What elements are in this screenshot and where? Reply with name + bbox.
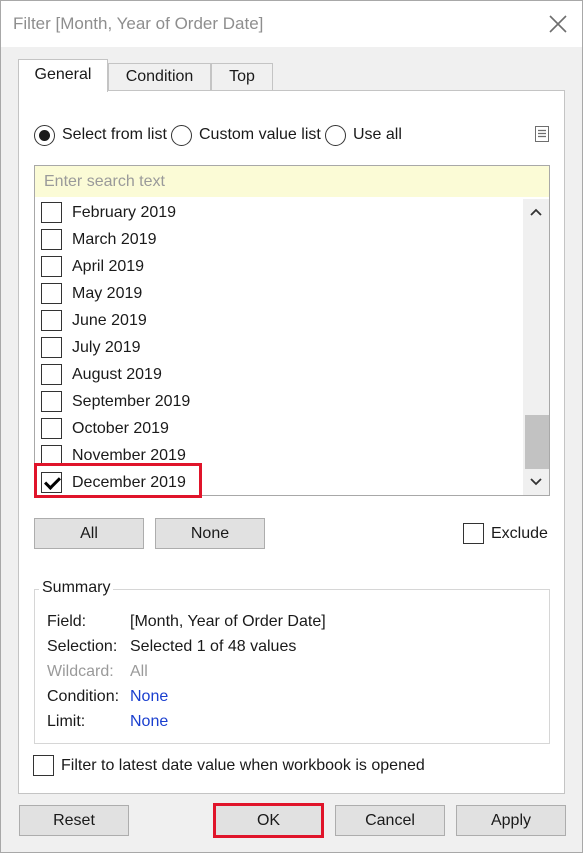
none-button[interactable]: None xyxy=(155,518,265,549)
tab-general[interactable]: General xyxy=(18,59,108,92)
checkbox[interactable] xyxy=(41,391,62,412)
radio-use-all[interactable]: Use all xyxy=(325,123,402,147)
exclude-label: Exclude xyxy=(491,524,548,542)
ok-button[interactable]: OK xyxy=(215,805,322,836)
filter-dialog: Filter [Month, Year of Order Date] Gener… xyxy=(0,0,583,853)
list-item-label: July 2019 xyxy=(72,338,141,356)
list-item-label: February 2019 xyxy=(72,203,177,221)
list-item-label: March 2019 xyxy=(72,230,157,248)
list-item-selected[interactable]: December 2019 xyxy=(41,469,186,495)
list-item[interactable]: July 2019 xyxy=(41,334,141,361)
summary-wildcard-label: Wildcard: xyxy=(47,663,114,680)
list-menu-icon[interactable] xyxy=(535,126,549,142)
chevron-up-icon[interactable] xyxy=(523,199,549,225)
list-item-label: September 2019 xyxy=(72,392,191,410)
summary-selection-value: Selected 1 of 48 values xyxy=(130,638,297,655)
radio-button-custom-value-list[interactable] xyxy=(171,124,192,146)
cancel-button[interactable]: Cancel xyxy=(335,805,445,836)
values-listbox: February 2019 March 2019 April 2019 May … xyxy=(34,165,550,496)
checkbox[interactable] xyxy=(41,310,62,331)
exclude-checkbox[interactable] xyxy=(463,523,484,544)
latest-date-label: Filter to latest date value when workboo… xyxy=(61,756,425,774)
list-item[interactable]: May 2019 xyxy=(41,280,142,307)
list-item-label: May 2019 xyxy=(72,284,143,302)
tab-top-label: Top xyxy=(229,68,255,85)
scrollbar-thumb[interactable] xyxy=(525,415,549,469)
list-item[interactable]: June 2019 xyxy=(41,307,147,334)
radio-custom-value-list[interactable]: Custom value list xyxy=(171,123,321,147)
exclude-option[interactable]: Exclude xyxy=(463,523,548,544)
title-bar: Filter [Month, Year of Order Date] xyxy=(1,1,582,47)
apply-button[interactable]: Apply xyxy=(456,805,566,836)
list-item[interactable]: April 2019 xyxy=(41,253,144,280)
list-item[interactable]: October 2019 xyxy=(41,415,169,442)
list-item-label: August 2019 xyxy=(72,365,162,383)
radio-button-use-all[interactable] xyxy=(325,124,346,146)
checkbox[interactable] xyxy=(41,283,62,304)
list-item-label: December 2019 xyxy=(72,473,186,491)
summary-condition-label: Condition: xyxy=(47,688,120,705)
list-item[interactable]: March 2019 xyxy=(41,226,157,253)
list-item[interactable]: August 2019 xyxy=(41,361,162,388)
summary-field-value: [Month, Year of Order Date] xyxy=(130,613,326,630)
all-button[interactable]: All xyxy=(34,518,144,549)
list-item-label: April 2019 xyxy=(72,257,145,275)
tab-condition[interactable]: Condition xyxy=(108,63,211,91)
checkbox[interactable] xyxy=(41,202,62,223)
summary-legend: Summary xyxy=(39,579,114,597)
list-item[interactable]: November 2019 xyxy=(41,442,186,469)
checkbox[interactable] xyxy=(41,337,62,358)
checkbox[interactable] xyxy=(41,364,62,385)
summary-limit-value[interactable]: None xyxy=(130,713,168,731)
reset-button[interactable]: Reset xyxy=(19,805,129,836)
summary-field-label: Field: xyxy=(47,613,87,630)
checkbox[interactable] xyxy=(41,445,62,466)
tab-general-label: General xyxy=(34,66,92,83)
checkbox[interactable] xyxy=(41,229,62,250)
latest-date-checkbox[interactable] xyxy=(33,755,54,776)
dialog-title: Filter [Month, Year of Order Date] xyxy=(13,14,264,33)
list-item-label: October 2019 xyxy=(72,419,169,437)
list-item-label: November 2019 xyxy=(72,446,186,464)
list-item[interactable]: February 2019 xyxy=(41,199,176,226)
checkbox[interactable] xyxy=(41,256,62,277)
radio-label: Select from list xyxy=(62,126,167,143)
summary-condition-value[interactable]: None xyxy=(130,688,168,706)
summary-selection-label: Selection: xyxy=(47,638,118,655)
radio-label: Custom value list xyxy=(199,126,321,143)
list-item[interactable]: September 2019 xyxy=(41,388,190,415)
checkbox-checked[interactable] xyxy=(41,472,62,493)
checkbox[interactable] xyxy=(41,418,62,439)
search-input[interactable] xyxy=(35,166,549,197)
radio-select-from-list[interactable]: Select from list xyxy=(34,123,167,147)
radio-button-select-from-list[interactable] xyxy=(34,124,55,146)
tab-condition-label: Condition xyxy=(125,68,194,85)
latest-date-option[interactable]: Filter to latest date value when workboo… xyxy=(33,755,425,776)
chevron-down-icon[interactable] xyxy=(523,469,549,495)
tab-top[interactable]: Top xyxy=(211,63,273,91)
list-scrollbar[interactable] xyxy=(523,199,549,495)
close-icon[interactable] xyxy=(546,12,570,36)
radio-label: Use all xyxy=(353,126,402,143)
list-item-label: June 2019 xyxy=(72,311,147,329)
summary-limit-label: Limit: xyxy=(47,713,86,730)
summary-wildcard-value: All xyxy=(130,663,148,680)
